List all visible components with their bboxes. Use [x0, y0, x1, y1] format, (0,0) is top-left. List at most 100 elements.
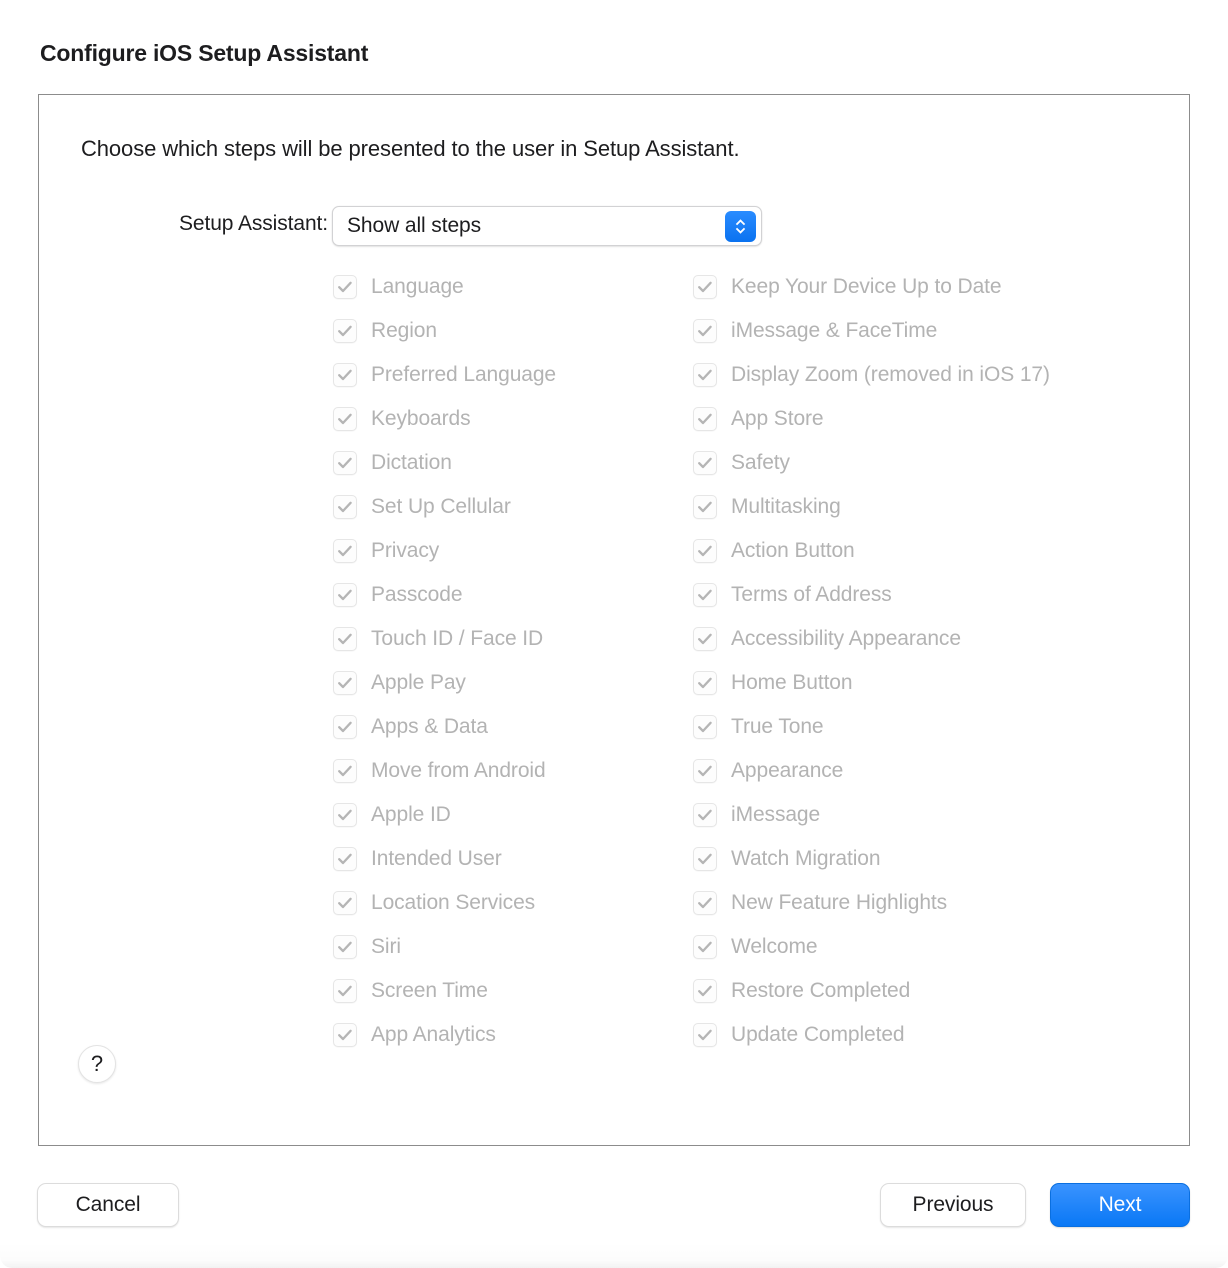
step-row-appearance[interactable]: Appearance [693, 749, 1163, 793]
checkbox-checked-icon[interactable] [333, 847, 357, 871]
step-row-imessage-and-facetime[interactable]: iMessage & FaceTime [693, 309, 1163, 353]
step-row-screen-time[interactable]: Screen Time [333, 969, 683, 1013]
checkbox-checked-icon[interactable] [693, 935, 717, 959]
step-row-update-completed[interactable]: Update Completed [693, 1013, 1163, 1057]
chevron-up-down-icon[interactable] [725, 211, 756, 242]
checkbox-checked-icon[interactable] [693, 363, 717, 387]
step-row-welcome[interactable]: Welcome [693, 925, 1163, 969]
checkbox-checked-icon[interactable] [333, 979, 357, 1003]
step-row-region[interactable]: Region [333, 309, 683, 353]
step-row-location-services[interactable]: Location Services [333, 881, 683, 925]
checkbox-checked-icon[interactable] [333, 363, 357, 387]
checkbox-checked-icon[interactable] [333, 407, 357, 431]
step-label: Screen Time [371, 979, 488, 1002]
checkbox-checked-icon[interactable] [693, 407, 717, 431]
step-row-apple-pay[interactable]: Apple Pay [333, 661, 683, 705]
checkbox-checked-icon[interactable] [333, 451, 357, 475]
checkbox-checked-icon[interactable] [693, 891, 717, 915]
step-label: Apps & Data [371, 715, 488, 738]
step-row-restore-completed[interactable]: Restore Completed [693, 969, 1163, 1013]
step-label: Home Button [731, 671, 853, 694]
checkbox-checked-icon[interactable] [693, 319, 717, 343]
step-label: Accessibility Appearance [731, 627, 961, 650]
checkbox-checked-icon[interactable] [333, 759, 357, 783]
checkbox-checked-icon[interactable] [693, 803, 717, 827]
step-label: Display Zoom (removed in iOS 17) [731, 363, 1050, 386]
step-row-dictation[interactable]: Dictation [333, 441, 683, 485]
step-row-set-up-cellular[interactable]: Set Up Cellular [333, 485, 683, 529]
checkbox-checked-icon[interactable] [693, 539, 717, 563]
step-row-accessibility-appearance[interactable]: Accessibility Appearance [693, 617, 1163, 661]
checkbox-checked-icon[interactable] [333, 935, 357, 959]
checkbox-checked-icon[interactable] [333, 891, 357, 915]
step-row-preferred-language[interactable]: Preferred Language [333, 353, 683, 397]
checkbox-checked-icon[interactable] [333, 583, 357, 607]
step-label: iMessage & FaceTime [731, 319, 938, 342]
step-row-multitasking[interactable]: Multitasking [693, 485, 1163, 529]
step-label: Watch Migration [731, 847, 881, 870]
setup-assistant-popup-button[interactable]: Show all steps [332, 206, 762, 246]
checkbox-checked-icon[interactable] [693, 1023, 717, 1047]
checkbox-checked-icon[interactable] [333, 539, 357, 563]
step-row-app-store[interactable]: App Store [693, 397, 1163, 441]
step-label: App Store [731, 407, 824, 430]
setup-assistant-field-row: Setup Assistant: Show all steps [39, 206, 1189, 246]
step-label: Touch ID / Face ID [371, 627, 544, 650]
checkbox-checked-icon[interactable] [333, 495, 357, 519]
checkbox-checked-icon[interactable] [693, 451, 717, 475]
checkbox-checked-icon[interactable] [333, 627, 357, 651]
checkbox-checked-icon[interactable] [333, 803, 357, 827]
step-row-app-analytics[interactable]: App Analytics [333, 1013, 683, 1057]
checkbox-checked-icon[interactable] [693, 979, 717, 1003]
step-label: Welcome [731, 935, 818, 958]
checkbox-checked-icon[interactable] [693, 495, 717, 519]
step-label: Restore Completed [731, 979, 911, 1002]
checkbox-checked-icon[interactable] [333, 671, 357, 695]
checkbox-checked-icon[interactable] [333, 1023, 357, 1047]
checkbox-checked-icon[interactable] [693, 275, 717, 299]
instruction-text: Choose which steps will be presented to … [81, 136, 740, 161]
step-row-home-button[interactable]: Home Button [693, 661, 1163, 705]
step-row-language[interactable]: Language [333, 265, 683, 309]
step-label: Language [371, 275, 464, 298]
next-button[interactable]: Next [1050, 1183, 1190, 1227]
help-button[interactable]: ? [78, 1045, 116, 1083]
checkbox-checked-icon[interactable] [333, 715, 357, 739]
step-row-display-zoom[interactable]: Display Zoom (removed in iOS 17) [693, 353, 1163, 397]
step-row-imessage[interactable]: iMessage [693, 793, 1163, 837]
step-row-action-button[interactable]: Action Button [693, 529, 1163, 573]
step-label: Appearance [731, 759, 844, 782]
cancel-button[interactable]: Cancel [37, 1183, 179, 1227]
step-row-keyboards[interactable]: Keyboards [333, 397, 683, 441]
setup-assistant-selected-value: Show all steps [347, 214, 482, 237]
step-row-apps-and-data[interactable]: Apps & Data [333, 705, 683, 749]
step-row-watch-migration[interactable]: Watch Migration [693, 837, 1163, 881]
checkbox-checked-icon[interactable] [693, 627, 717, 651]
checkbox-checked-icon[interactable] [333, 275, 357, 299]
step-row-true-tone[interactable]: True Tone [693, 705, 1163, 749]
checkbox-checked-icon[interactable] [693, 847, 717, 871]
previous-button[interactable]: Previous [880, 1183, 1026, 1227]
step-label: Set Up Cellular [371, 495, 511, 518]
checkbox-checked-icon[interactable] [333, 319, 357, 343]
step-row-touch-id-face-id[interactable]: Touch ID / Face ID [333, 617, 683, 661]
step-label: Siri [371, 935, 401, 958]
step-row-intended-user[interactable]: Intended User [333, 837, 683, 881]
checkbox-checked-icon[interactable] [693, 715, 717, 739]
checkbox-checked-icon[interactable] [693, 759, 717, 783]
checkbox-checked-icon[interactable] [693, 583, 717, 607]
step-row-siri[interactable]: Siri [333, 925, 683, 969]
configure-setup-assistant-window: Configure iOS Setup Assistant Choose whi… [0, 0, 1228, 1268]
step-label: Move from Android [371, 759, 546, 782]
step-row-terms-of-address[interactable]: Terms of Address [693, 573, 1163, 617]
step-row-privacy[interactable]: Privacy [333, 529, 683, 573]
step-row-move-from-android[interactable]: Move from Android [333, 749, 683, 793]
step-row-new-feature-highlights[interactable]: New Feature Highlights [693, 881, 1163, 925]
step-label: Location Services [371, 891, 536, 914]
step-row-apple-id[interactable]: Apple ID [333, 793, 683, 837]
step-label: Multitasking [731, 495, 841, 518]
step-row-safety[interactable]: Safety [693, 441, 1163, 485]
step-row-passcode[interactable]: Passcode [333, 573, 683, 617]
checkbox-checked-icon[interactable] [693, 671, 717, 695]
step-row-keep-your-device-up-to-date[interactable]: Keep Your Device Up to Date [693, 265, 1163, 309]
